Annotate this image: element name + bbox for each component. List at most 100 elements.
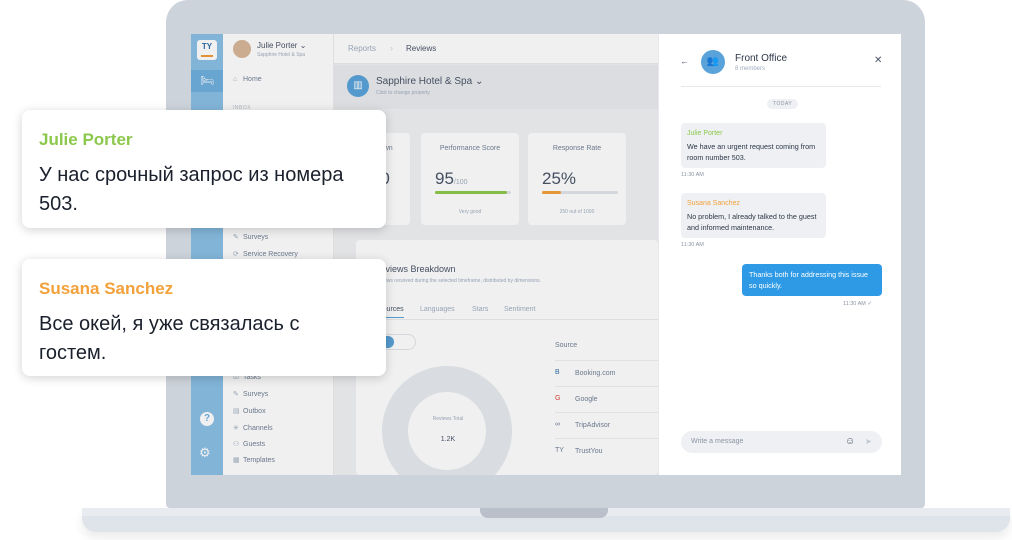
source-row[interactable]: G Google: [555, 386, 658, 412]
group-icon: 👥: [701, 50, 725, 74]
message-input[interactable]: Write a message: [691, 438, 743, 445]
send-icon[interactable]: ➤: [865, 437, 872, 446]
message-bubble: Susana Sanchez No problem, I already tal…: [681, 193, 826, 238]
callout-message: Все окей, я уже связалась с гостем.: [39, 313, 300, 364]
tab-stars[interactable]: Stars: [472, 306, 488, 313]
menu-item-service-recovery[interactable]: ⟳ Service Recovery: [233, 250, 298, 258]
callout-julie: Julie Porter У нас срочный запрос из ном…: [22, 110, 386, 228]
message-author: Julie Porter: [687, 130, 723, 137]
app-screen: TY 🛏 ? ⚙ Julie Porter ⌄ Sapphire Hotel &…: [191, 34, 901, 475]
source-label: Booking.com: [575, 370, 616, 377]
menu-item-label: Channels: [243, 425, 273, 432]
breadcrumb-current: Reviews: [406, 44, 437, 53]
booking-icon: B: [555, 369, 560, 376]
main-content: Reports › Reviews ▥ Sapphire Hotel & Spa…: [312, 34, 658, 475]
message-time: 11:30 AM: [681, 242, 704, 248]
home-icon: ⌂: [233, 76, 238, 83]
templates-icon: ▦: [233, 457, 240, 464]
bed-icon[interactable]: 🛏: [191, 70, 223, 92]
emoji-icon[interactable]: ☺: [845, 436, 855, 447]
avatar: [233, 40, 251, 58]
property-name: Sapphire Hotel & Spa ⌄: [376, 76, 484, 87]
menu-item-surveys[interactable]: ✎ Surveys: [233, 233, 268, 241]
panel-title: Reviews Breakdown: [374, 264, 456, 274]
property-hint: Click to change property: [376, 90, 430, 96]
menu-item-surveys-2[interactable]: ✎ Surveys: [233, 390, 268, 398]
response-bar: [542, 191, 618, 194]
icon-rail: TY 🛏 ? ⚙: [191, 34, 223, 475]
chat-header-divider: [681, 86, 881, 87]
message-text: Thanks both for addressing this issue so…: [749, 270, 869, 290]
performance-bar: [435, 191, 511, 194]
source-label: TripAdvisor: [575, 422, 611, 429]
message-text: We have an urgent request coming from ro…: [687, 142, 816, 162]
callout-author: Susana Sanchez: [39, 279, 174, 298]
message-time: 11:30 AM: [681, 172, 704, 178]
menu-item-label: Home: [243, 76, 262, 83]
stat-card-title: Performance Score: [439, 145, 501, 152]
building-icon: ▥: [347, 75, 369, 97]
message-composer[interactable]: Write a message ☺ ➤: [681, 431, 882, 453]
menu-item-channels[interactable]: ✳ Channels: [233, 424, 273, 432]
donut-label: Reviews Total: [432, 416, 464, 422]
callout-susana: Susana Sanchez Все окей, я уже связалась…: [22, 259, 386, 376]
google-icon: G: [555, 395, 561, 402]
menu-item-label: Surveys: [243, 234, 269, 241]
survey-icon: ✎: [233, 234, 239, 241]
help-icon[interactable]: ?: [200, 412, 214, 426]
breadcrumb-parent[interactable]: Reports: [348, 44, 376, 53]
group-members: 8 members: [735, 66, 766, 72]
outbox-icon: ▤: [233, 408, 240, 415]
stat-card-title: Response Rate: [552, 145, 602, 152]
user-name: Julie Porter ⌄: [257, 41, 307, 50]
tab-divider: [374, 319, 658, 320]
message-author: Susana Sanchez: [687, 200, 740, 207]
source-label: Google: [575, 396, 598, 403]
trustyou-icon: TY: [555, 447, 564, 454]
day-separator: TODAY: [767, 99, 799, 109]
menu-item-label: Service Recovery: [243, 251, 298, 258]
back-arrow-icon[interactable]: ←: [680, 56, 689, 66]
stat-card-foot: Very good: [458, 209, 482, 215]
user-hotel: Sapphire Hotel & Spa: [257, 52, 306, 58]
menu-item-outbox[interactable]: ▤ Outbox: [233, 407, 266, 415]
chat-panel: ← 👥 Front Office 8 members ✕ TODAY Julie…: [658, 34, 901, 475]
callout-message: У нас срочный запрос из номера 503.: [39, 164, 344, 215]
message-text: No problem, I already talked to the gues…: [687, 212, 817, 232]
callout-author: Julie Porter: [39, 130, 133, 149]
tab-languages[interactable]: Languages: [420, 306, 455, 313]
source-row[interactable]: TY TrustYou: [555, 438, 658, 464]
user-switcher[interactable]: Julie Porter ⌄ Sapphire Hotel & Spa: [233, 40, 333, 64]
reviews-breakdown-panel: Reviews Breakdown Reviews received durin…: [356, 240, 658, 475]
source-label: TrustYou: [575, 448, 603, 455]
tab-sentiment[interactable]: Sentiment: [504, 306, 536, 313]
laptop-notch: [480, 508, 608, 518]
breadcrumb: Reports › Reviews: [334, 34, 658, 64]
panel-subtitle: Reviews received during the selected tim…: [374, 278, 542, 284]
menu-item-guests[interactable]: ⚇ Guests: [233, 440, 265, 448]
close-icon[interactable]: ✕: [874, 55, 882, 66]
message-time: 11:30 AM ✓: [843, 301, 872, 307]
property-selector[interactable]: ▥ Sapphire Hotel & Spa ⌄ Click to change…: [334, 65, 658, 109]
logo-text: TY: [201, 42, 213, 51]
tripadvisor-icon: ∞: [555, 421, 560, 428]
menu-item-home[interactable]: ⌂ Home: [233, 76, 262, 83]
guests-icon: ⚇: [233, 441, 240, 448]
source-row[interactable]: ∞ TripAdvisor: [555, 412, 658, 438]
source-header: Source: [555, 342, 578, 349]
menu-item-label: Surveys: [243, 391, 269, 398]
app-logo[interactable]: TY: [197, 40, 217, 60]
survey-icon: ✎: [233, 391, 239, 398]
group-name: Front Office: [735, 53, 788, 64]
stat-card-value: 25%: [542, 169, 577, 188]
stat-card-response: Response Rate 25% 250 out of 1000: [528, 133, 626, 225]
gear-icon[interactable]: ⚙: [199, 445, 211, 461]
stat-card-performance: Performance Score 95/100 Very good: [421, 133, 519, 225]
menu-item-templates[interactable]: ▦ Templates: [233, 456, 275, 464]
message-bubble: Julie Porter We have an urgent request c…: [681, 123, 826, 168]
breadcrumb-separator-icon: ›: [390, 43, 393, 53]
source-row[interactable]: B Booking.com: [555, 360, 658, 386]
donut-value: 1.2K: [440, 436, 456, 443]
side-menu: Julie Porter ⌄ Sapphire Hotel & Spa ⌂ Hom…: [223, 34, 334, 475]
menu-item-label: Guests: [243, 441, 266, 448]
